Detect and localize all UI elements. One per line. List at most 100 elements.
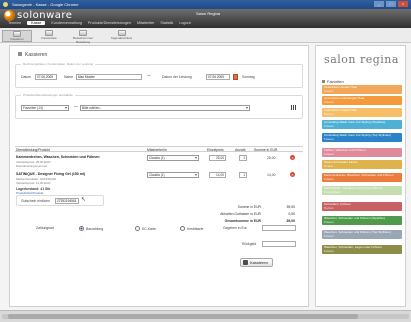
voucher-label: Gutschein einlösen [21, 199, 50, 203]
payment-method-label: Zahlungsart [36, 226, 54, 230]
nav-statistik[interactable]: Statistik [160, 21, 173, 25]
filter-switch-icon[interactable]: ⇔ [73, 104, 79, 110]
favorite-item[interactable]: Colorations langes Haar Frauen [322, 108, 402, 118]
payment-credit-radio[interactable]: Kreditkarte [180, 226, 203, 231]
product-extra-info: Dienstleistungsnummer [16, 164, 48, 168]
given-amount-label: Gegeben in Eur [223, 226, 247, 230]
favorite-item[interactable]: Consulting Wash Care Cut Styling (Stylef… [322, 120, 402, 130]
favorite-item-category: Frauen [324, 123, 334, 128]
minimize-button[interactable]: _ [374, 1, 384, 7]
quantity-field[interactable]: 1 [239, 172, 247, 178]
row-sum: 14,00 [267, 173, 276, 177]
favorite-item[interactable]: Waschen, Schneiden, Legen oder Föhnen Fra… [322, 245, 402, 255]
favorite-item[interactable]: Waschen, Schneiden und Föhnen (Styleflex… [322, 216, 402, 226]
app-window: Salongenie - Kasse - Google Chrome _ □ ×… [0, 0, 411, 322]
cash-register-icon [243, 260, 248, 265]
receipt-details-box: Rechnungsdaten, Kundendaten, Datum der L… [15, 62, 303, 88]
employee-select[interactable]: Claudia (1) [147, 155, 199, 161]
leistung-date-field[interactable]: 07.06.2009 [206, 74, 230, 80]
salon-name: Salon Regina [196, 11, 221, 16]
items-table-header: Dienstleistung/Produkt Mitarbeiter/in Ei… [15, 146, 303, 152]
kassieren-button[interactable]: Kassieren [240, 258, 273, 267]
browser-title-bar: Salongenie - Kasse - Google Chrome _ □ × [0, 0, 411, 9]
toolbar-kassieren[interactable]: Kassieren [2, 30, 32, 42]
favorite-item[interactable]: Colorations Ansatz Haar Frauen [322, 85, 402, 95]
total-value: 39,00 [286, 219, 296, 223]
favorite-item[interactable]: Färben, Waschen und Föhnen Frauen [322, 148, 402, 158]
product-selection-box: Produkte/Dienstleistungen auswählen Favo… [15, 93, 303, 119]
unit-price-field[interactable]: 14,00 [209, 172, 226, 178]
favorite-item[interactable]: SATINIQUE - Designer Fixing Gel (150 ml)… [322, 186, 402, 196]
page-title: Kassieren [18, 52, 47, 58]
barcode-icon[interactable] [291, 105, 297, 110]
favorite-item-category: Frauen [324, 219, 334, 224]
logo-mark-icon [4, 10, 15, 21]
favorite-item[interactable]: Kammerdrehen, Waschen, Schneiden und Föh… [322, 173, 402, 183]
app-header: solonware Salon Regina Termine Kasse Kun… [0, 9, 411, 28]
horizontal-scrollbar[interactable] [2, 314, 409, 319]
status-bar [0, 310, 411, 322]
employee-select[interactable]: Claudia (1) [147, 172, 199, 178]
favorite-item-category: Produkthaar [324, 189, 341, 194]
favorite-item-name: Consulting Wash Care Cut Styling (Top St… [324, 133, 392, 137]
kassieren-button-label: Kassieren [250, 260, 268, 265]
nav-kundenverwaltung[interactable]: Kundenverwaltung [51, 21, 82, 25]
quantity-field[interactable]: 1 [239, 155, 247, 161]
favorite-item-category: Herren [324, 205, 334, 210]
remove-row-icon[interactable]: × [290, 155, 295, 160]
favorite-item-category: Frauen [324, 111, 334, 116]
toolbar-tagesabschluss-label: Tagesabschluss [110, 36, 133, 40]
datum-field[interactable]: 07.06.2009 [35, 74, 57, 80]
favorite-item[interactable]: Waschen, Schneiden und Föhnen (Top Styli… [322, 230, 402, 240]
sum-label: Summe in EUR [237, 205, 261, 209]
nav-mitarbeiter[interactable]: Mitarbeiter [137, 21, 154, 25]
favorite-item-category: Frauen [324, 233, 334, 238]
nav-kasse[interactable]: Kasse [27, 21, 46, 25]
favorite-item[interactable]: Colorations mittellanges Haar Frauen [322, 96, 402, 106]
product-selection-legend: Produkte/Dienstleistungen auswählen [21, 93, 76, 97]
product-filter-select[interactable]: Favoriten (14) [21, 105, 69, 111]
product-select[interactable]: Bitte wählen... [80, 105, 250, 111]
close-button[interactable]: × [398, 1, 408, 7]
favorite-item-category: Frauen [324, 248, 334, 253]
favorite-item-category: Kinder [324, 163, 333, 168]
nav-logout[interactable]: Logout [179, 21, 190, 25]
sum-value: 39,00 [286, 205, 296, 209]
customer-lookup-icon[interactable]: ⇔ [146, 73, 152, 79]
scroll-thumb[interactable] [8, 314, 358, 319]
table-row: SATINIQUE - Designer Fixing Gel (150 ml)… [15, 172, 303, 194]
favorites-title: Favoriten [322, 79, 344, 84]
datum-label: Datum [21, 75, 31, 79]
header-product: Dienstleistung/Produkt [16, 148, 50, 152]
app-logo: solonware [4, 10, 72, 21]
maximize-button[interactable]: □ [386, 1, 396, 7]
payment-ec-radio[interactable]: EC-Karte [135, 226, 156, 231]
calendar-picker-icon[interactable] [233, 74, 238, 80]
unit-price-field[interactable]: 25,00 [209, 155, 226, 161]
toolbar-kassenliste[interactable]: Kassenliste [34, 30, 64, 42]
header-sum: Summe in EUR [254, 148, 278, 152]
remove-row-icon[interactable]: × [290, 172, 295, 177]
favorites-sidebar: salon regina Favoriten Colorations Ansat… [315, 45, 406, 307]
favorite-item[interactable]: Schneiden, Föhnen Herren [322, 202, 402, 212]
payment-cash-radio[interactable]: Barzahlung [79, 226, 103, 231]
given-amount-field[interactable] [262, 225, 296, 231]
toolbar-tagesabschluss[interactable]: Tagesabschluss [104, 30, 139, 42]
nav-produkte[interactable]: Produkte/Dienstleistungen [88, 21, 131, 25]
favorite-item-category: Frauen [324, 151, 334, 156]
favorite-item-name: Kammerdrehen, Waschen, Schneiden und Föh… [324, 173, 394, 177]
voucher-code-field[interactable]: 27352194561 [55, 198, 79, 204]
header-quantity: Anzahl [235, 148, 246, 152]
weekday-label: Sonntag [242, 75, 255, 79]
header-unit-price: Einzelpreis [207, 148, 224, 152]
favorite-item-category: Frauen [324, 88, 334, 93]
favorite-item[interactable]: Consulting Wash Care Cut Styling (Top St… [322, 133, 402, 143]
toolbar-bestellung[interactable]: Bestellnummer Bestellung [66, 30, 100, 44]
product-name: Kammerdrehen, Waschen, Schneiden und Föh… [16, 155, 100, 159]
customer-name-field[interactable]: Max Muster [76, 74, 142, 80]
total-label: Gesamtsumme in EUR [224, 219, 261, 223]
favorite-item[interactable]: Haare Schneiden Kinder Kinder [322, 160, 402, 170]
salon-logo-text: salon regina [324, 53, 399, 66]
nav-termine[interactable]: Termine [8, 21, 21, 25]
voucher-credit-value: 0,00 [288, 212, 295, 216]
